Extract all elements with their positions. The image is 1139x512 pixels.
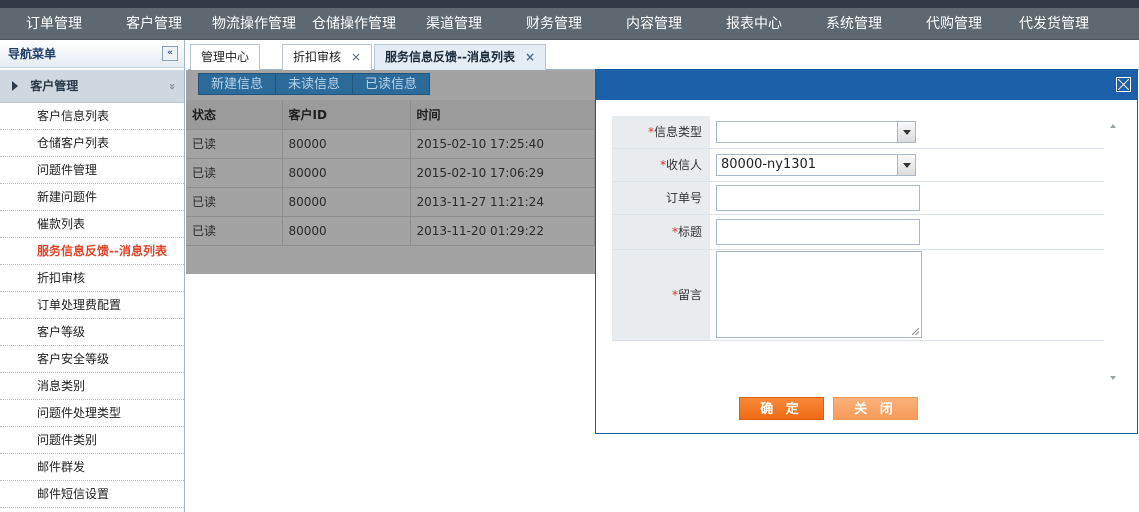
tab-label: 管理中心 (201, 50, 250, 64)
table-cell: 2015-02-10 17:06:29 (410, 158, 595, 188)
nav-finance-management[interactable]: 财务管理 (526, 8, 582, 40)
nav-system-management[interactable]: 系统管理 (826, 8, 882, 40)
sidebar-section-customer[interactable]: 客户管理 » (0, 70, 184, 103)
message-label: *留言 (612, 249, 710, 341)
sidebar-item[interactable]: 服务信息反馈--消息列表 (0, 238, 184, 265)
recipient-select[interactable]: 80000-ny1301 (716, 153, 916, 176)
table-row[interactable]: 已读 80000 2015-02-10 17:25:40 (186, 129, 595, 159)
table-row[interactable]: 已读 80000 2013-11-20 01:29:22 (186, 216, 595, 246)
order-number-label: 订单号 (612, 181, 710, 215)
confirm-button[interactable]: 确 定 (739, 397, 824, 420)
tab-service-feedback-messages[interactable]: 服务信息反馈--消息列表 × (374, 44, 547, 71)
sidebar-header: 导航菜单 « (0, 40, 184, 68)
table-cell: 已读 (186, 187, 283, 217)
order-number-input[interactable] (716, 184, 920, 211)
sidebar-item[interactable]: 问题件类别 (0, 427, 184, 454)
table-row[interactable]: 已读 80000 2013-11-27 11:21:24 (186, 187, 595, 217)
column-status[interactable]: 状态 (186, 100, 283, 130)
top-strip (0, 0, 1139, 8)
tab-bar: 管理中心 折扣审核 × 服务信息反馈--消息列表 × (188, 42, 1139, 71)
new-message-button[interactable]: 新建信息 (198, 73, 277, 95)
dialog-title-bar (596, 70, 1137, 100)
nav-dropshipping-management[interactable]: 代发货管理 (1019, 8, 1089, 40)
sidebar-item[interactable]: 客户等级 (0, 319, 184, 346)
sidebar-item[interactable]: 折扣审核 (0, 265, 184, 292)
table-cell: 已读 (186, 216, 283, 246)
table-cell: 2013-11-20 01:29:22 (410, 216, 595, 246)
sidebar-item[interactable]: 问题件处理类型 (0, 400, 184, 427)
sidebar-item[interactable]: 仓储客户列表 (0, 130, 184, 157)
nav-report-center[interactable]: 报表中心 (726, 8, 782, 40)
nav-logistics-operations[interactable]: 物流操作管理 (212, 8, 296, 40)
nav-channel-management[interactable]: 渠道管理 (426, 8, 482, 40)
title-label: *标题 (612, 214, 710, 250)
tab-label: 服务信息反馈--消息列表 (385, 50, 515, 64)
table-cell: 2015-02-10 17:25:40 (410, 129, 595, 159)
sidebar-item[interactable]: 消息类别 (0, 373, 184, 400)
sidebar: 导航菜单 « 客户管理 » 客户信息列表 仓储客户列表 问题件管理 新建问题件 催款列表… (0, 40, 185, 512)
close-icon[interactable] (1116, 77, 1131, 92)
column-customer-id[interactable]: 客户ID (282, 100, 411, 130)
sidebar-item[interactable]: 问题件管理 (0, 157, 184, 184)
sidebar-menu: 客户信息列表 仓储客户列表 问题件管理 新建问题件 催款列表 服务信息反馈--消息列表 折扣… (0, 103, 184, 508)
table-cell: 2013-11-27 11:21:24 (410, 187, 595, 217)
dialog-scrollbar[interactable] (1106, 116, 1122, 386)
tab-discount-review[interactable]: 折扣审核 × (282, 44, 373, 70)
sidebar-section-label: 客户管理 (30, 79, 79, 93)
unread-messages-button[interactable]: 未读信息 (275, 73, 354, 95)
close-tab-icon[interactable]: × (351, 50, 361, 64)
sidebar-item[interactable]: 催款列表 (0, 211, 184, 238)
tab-management-center[interactable]: 管理中心 (190, 44, 261, 70)
message-table: 状态 客户ID 时间 已读 80000 2015-02-10 17:25:40 已读 8… (186, 100, 595, 246)
tab-label: 折扣审核 (293, 50, 342, 64)
close-button[interactable]: 关 闭 (833, 397, 918, 420)
double-chevron-icon: » (165, 82, 179, 91)
dropdown-arrow-icon[interactable] (897, 121, 915, 142)
collapse-sidebar-icon[interactable]: « (162, 46, 178, 61)
top-nav: 订单管理 客户管理 物流操作管理 仓储操作管理 渠道管理 财务管理 内容管理 报… (0, 8, 1139, 40)
new-message-dialog: *信息类型 *收信人 80000-ny1301 订单号 *标题 *留言 确 定 … (595, 69, 1138, 434)
scroll-down-icon[interactable] (1110, 376, 1116, 380)
nav-content-management[interactable]: 内容管理 (626, 8, 682, 40)
table-cell: 80000 (282, 216, 411, 246)
sidebar-item[interactable]: 订单处理费配置 (0, 292, 184, 319)
dropdown-arrow-icon[interactable] (897, 154, 915, 175)
message-textarea[interactable] (716, 251, 922, 338)
sidebar-title: 导航菜单 (8, 47, 57, 61)
table-cell: 80000 (282, 158, 411, 188)
table-header-row: 状态 客户ID 时间 (186, 100, 595, 130)
close-tab-icon[interactable]: × (525, 50, 535, 64)
nav-warehouse-operations[interactable]: 仓储操作管理 (312, 8, 396, 40)
scroll-up-icon[interactable] (1110, 124, 1116, 128)
message-form: *信息类型 *收信人 80000-ny1301 订单号 *标题 *留言 (612, 116, 1104, 341)
table-cell: 80000 (282, 129, 411, 159)
info-type-label: *信息类型 (612, 116, 710, 149)
nav-customer-management[interactable]: 客户管理 (126, 8, 182, 40)
table-cell: 80000 (282, 187, 411, 217)
recipient-label: *收信人 (612, 148, 710, 182)
nav-purchasing-management[interactable]: 代购管理 (926, 8, 982, 40)
read-messages-button[interactable]: 已读信息 (352, 73, 431, 95)
sidebar-item[interactable]: 客户信息列表 (0, 103, 184, 130)
table-cell: 已读 (186, 129, 283, 159)
table-cell: 已读 (186, 158, 283, 188)
sidebar-item[interactable]: 客户安全等级 (0, 346, 184, 373)
nav-order-management[interactable]: 订单管理 (26, 8, 82, 40)
info-type-select[interactable] (716, 120, 916, 143)
triangle-right-icon (12, 81, 18, 91)
table-row[interactable]: 已读 80000 2015-02-10 17:06:29 (186, 158, 595, 188)
title-input[interactable] (716, 218, 920, 245)
sidebar-item[interactable]: 邮件短信设置 (0, 481, 184, 508)
column-time[interactable]: 时间 (410, 100, 595, 130)
sidebar-item[interactable]: 新建问题件 (0, 184, 184, 211)
sidebar-item[interactable]: 邮件群发 (0, 454, 184, 481)
